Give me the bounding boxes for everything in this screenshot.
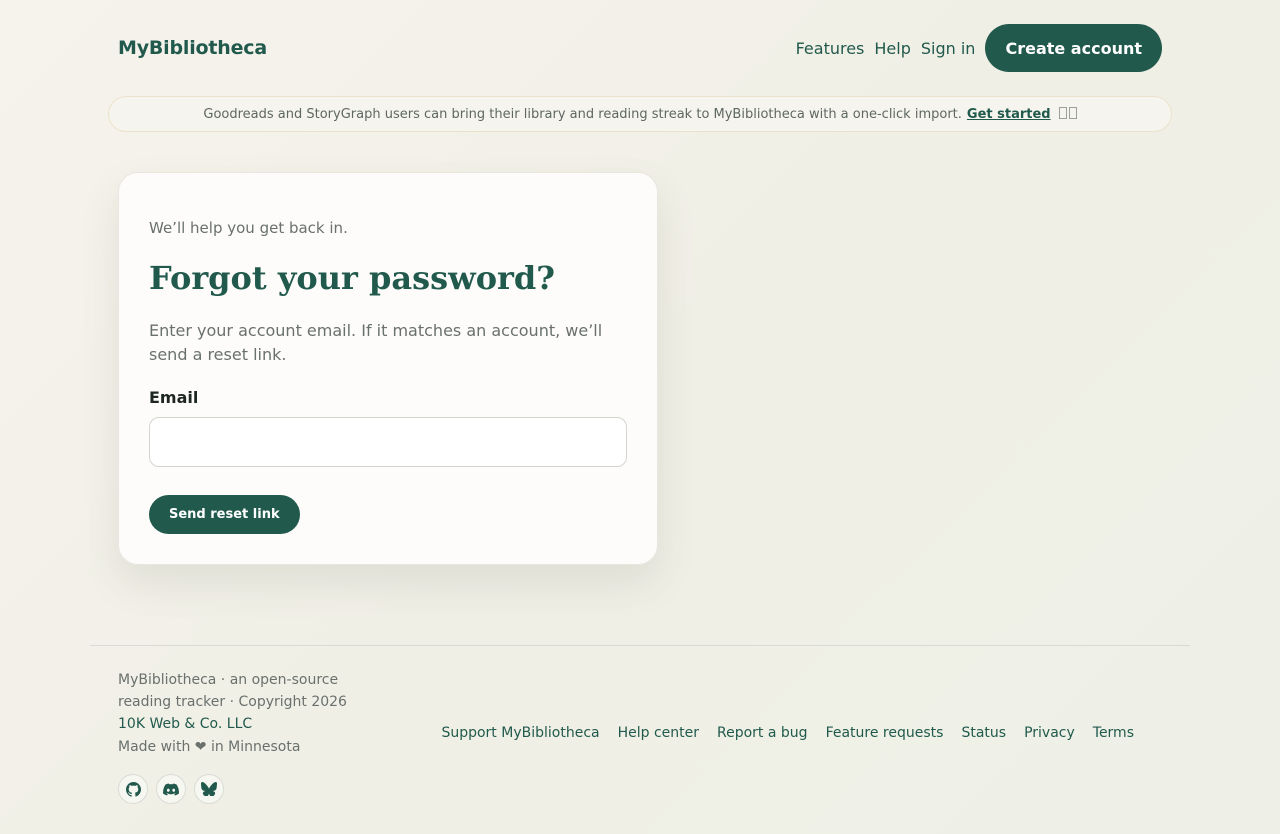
footer-made-with: Made with ❤ in Minnesota [118, 739, 301, 755]
footer-link-report-bug[interactable]: Report a bug [717, 725, 808, 741]
close-icon[interactable] [1058, 106, 1077, 122]
email-field[interactable] [149, 417, 627, 467]
banner-text: Goodreads and StoryGraph users can bring… [203, 106, 962, 122]
footer-link-help-center[interactable]: Help center [618, 725, 699, 741]
bluesky-icon[interactable] [194, 774, 224, 804]
footer-link-privacy[interactable]: Privacy [1024, 725, 1075, 741]
email-label: Email [149, 388, 199, 407]
footer-links: Support MyBibliotheca Help center Report… [423, 725, 1134, 741]
footer-info: MyBibliotheca · an open-source reading t… [118, 669, 368, 735]
footer-tagline: MyBibliotheca · an open-source reading t… [118, 672, 347, 710]
nav-sign-in-link[interactable]: Sign in [921, 39, 976, 58]
nav-help-link[interactable]: Help [874, 39, 910, 58]
github-icon[interactable] [118, 774, 148, 804]
reset-password-card: We’ll help you get back in. Forgot your … [118, 172, 658, 565]
send-reset-link-button[interactable]: Send reset link [149, 495, 300, 534]
top-nav: Features Help Sign in Create account [796, 24, 1162, 72]
footer-link-terms[interactable]: Terms [1093, 725, 1134, 741]
footer-divider [90, 645, 1190, 646]
footer-link-feature-requests[interactable]: Feature requests [826, 725, 944, 741]
banner-get-started-link[interactable]: Get started [967, 107, 1051, 122]
card-kicker: We’ll help you get back in. [149, 219, 348, 237]
brand-logo[interactable]: MyBibliotheca [118, 37, 267, 59]
footer-company-link[interactable]: 10K Web & Co. LLC [118, 713, 368, 735]
create-account-button[interactable]: Create account [985, 24, 1162, 72]
footer-link-status[interactable]: Status [961, 725, 1006, 741]
social-links [118, 774, 232, 804]
site-header: MyBibliotheca Features Help Sign in Crea… [118, 24, 1162, 72]
discord-icon[interactable] [156, 774, 186, 804]
page-title: Forgot your password? [149, 259, 556, 297]
nav-features-link[interactable]: Features [796, 39, 865, 58]
import-banner: Goodreads and StoryGraph users can bring… [108, 96, 1172, 132]
card-description: Enter your account email. If it matches … [149, 321, 603, 364]
footer-link-support[interactable]: Support MyBibliotheca [441, 725, 599, 741]
